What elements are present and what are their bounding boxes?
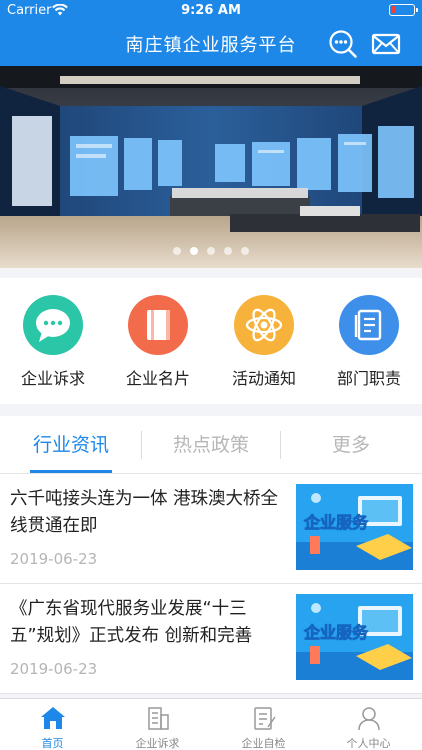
carousel-dot[interactable] <box>241 247 249 255</box>
tabbar-appeal[interactable]: 企业诉求 <box>105 699 210 750</box>
news-thumbnail: 企业服务 <box>296 484 413 570</box>
news-title: 《广东省现代服务业发展“十三五”规划》正式发布 创新和完善科… <box>10 599 253 646</box>
building-icon <box>148 707 169 730</box>
banner-carousel[interactable] <box>0 66 422 268</box>
quick-action-appeal[interactable]: 企业诉求 <box>5 295 101 395</box>
tab-divider <box>141 431 142 459</box>
carousel-dot[interactable] <box>224 247 232 255</box>
mail-icon[interactable] <box>371 29 401 59</box>
news-thumbnail: 企业服务 <box>296 594 413 680</box>
tabbar-label: 首页 <box>41 737 64 750</box>
news-thumb-text: 企业服务 <box>303 623 369 642</box>
news-thumb-text: 企业服务 <box>303 513 369 532</box>
tabbar-label: 企业诉求 <box>135 737 180 750</box>
quick-action-label: 活动通知 <box>231 369 296 388</box>
quick-action-department[interactable]: 部门职责 <box>321 295 417 395</box>
tab-hot-policy[interactable]: 热点政策 <box>156 430 266 457</box>
news-date: 2019-06-23 <box>10 550 98 568</box>
news-tabs: 行业资讯 热点政策 更多 <box>0 416 422 474</box>
quick-action-notice[interactable]: 活动通知 <box>216 295 312 395</box>
news-title: 六千吨接头连为一体 港珠澳大桥全线贯通在即 <box>10 489 279 536</box>
quick-action-label: 企业名片 <box>125 369 190 388</box>
tabbar-label: 企业自检 <box>241 737 286 750</box>
tab-more[interactable]: 更多 <box>296 430 406 457</box>
search-chat-icon[interactable] <box>328 29 358 59</box>
tabbar-profile[interactable]: 个人中心 <box>316 699 421 750</box>
battery-level <box>391 6 396 13</box>
chat-bubble-icon <box>23 295 83 355</box>
tab-active-indicator <box>30 470 112 473</box>
card-icon <box>128 295 188 355</box>
home-icon <box>41 707 65 729</box>
battery-icon <box>389 4 418 16</box>
tabbar-label: 个人中心 <box>346 737 391 750</box>
quick-action-label: 企业诉求 <box>20 369 85 388</box>
tabbar-self-check[interactable]: 企业自检 <box>211 699 316 750</box>
page-title: 南庄镇企业服务平台 <box>125 35 297 56</box>
app-header: Carrier 9:26 AM 南庄镇企业服务平台 <box>0 0 422 66</box>
tab-divider <box>280 431 281 459</box>
quick-action-label: 部门职责 <box>336 369 401 388</box>
tab-industry-news[interactable]: 行业资讯 <box>16 430 126 457</box>
quick-action-card[interactable]: 企业名片 <box>110 295 206 395</box>
bottom-tab-bar: 首页 企业诉求 企业自检 个人中心 <box>0 698 422 750</box>
quick-actions: 企业诉求 企业名片 活动通知 部门职责 <box>0 278 422 404</box>
banner-image <box>0 66 422 268</box>
news-date: 2019-06-23 <box>10 660 98 678</box>
tabbar-home[interactable]: 首页 <box>0 699 105 750</box>
list-item[interactable]: 《广东省现代服务业发展“十三五”规划》正式发布 创新和完善科… 2019-06-… <box>0 584 422 694</box>
status-bar: Carrier 9:26 AM <box>0 0 422 22</box>
clock: 9:26 AM <box>181 3 241 18</box>
list-item[interactable]: 六千吨接头连为一体 港珠澳大桥全线贯通在即 2019-06-23 企业服务 <box>0 474 422 584</box>
person-icon <box>358 707 380 731</box>
carousel-dot[interactable] <box>190 247 198 255</box>
carousel-indicator <box>0 247 422 257</box>
carousel-dot[interactable] <box>173 247 181 255</box>
carousel-dot[interactable] <box>207 247 215 255</box>
document-icon <box>339 295 399 355</box>
atom-icon <box>234 295 294 355</box>
checklist-icon <box>254 707 276 730</box>
